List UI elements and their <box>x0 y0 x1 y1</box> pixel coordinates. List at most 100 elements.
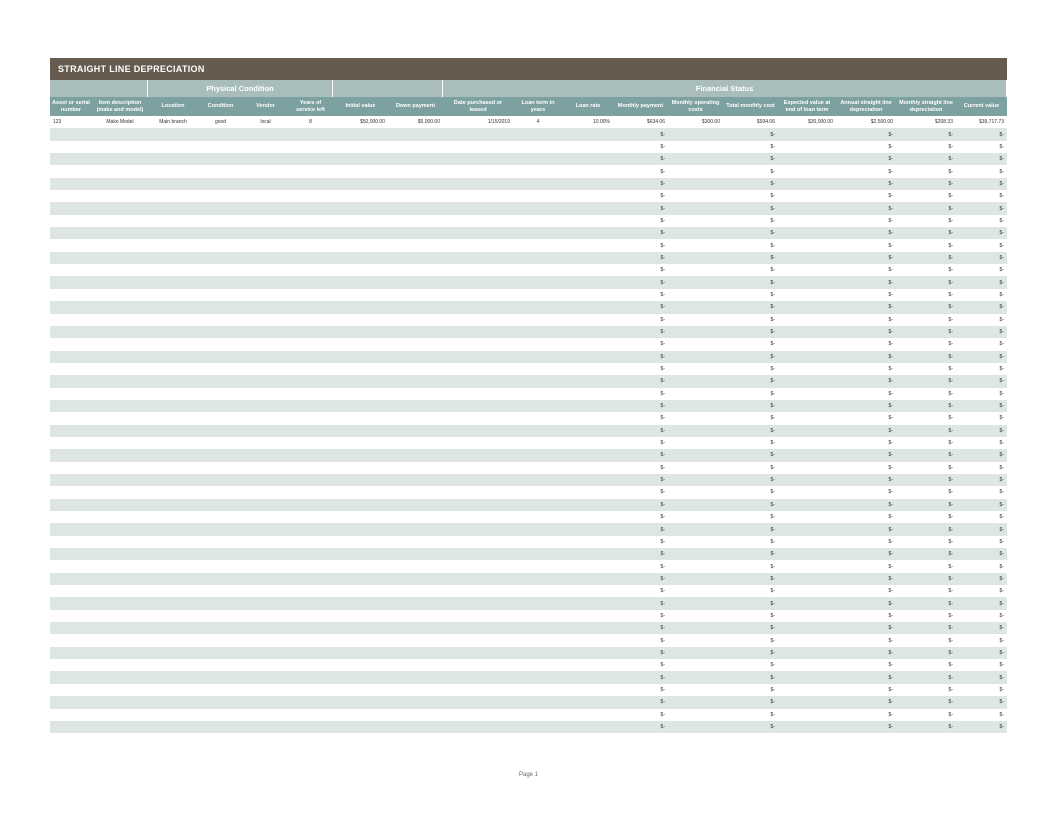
cell-condition <box>198 647 243 659</box>
cell-condition <box>198 449 243 461</box>
cell-serial <box>50 326 92 338</box>
cell-vendor <box>243 178 288 190</box>
cell-current: $- <box>956 548 1007 560</box>
table-row: $-$-$-$-$- <box>50 597 1007 609</box>
cell-initial <box>333 165 388 177</box>
cell-desc <box>92 622 148 634</box>
cell-date <box>443 634 513 646</box>
cell-vendor <box>243 647 288 659</box>
cell-date <box>443 462 513 474</box>
cell-monthly: $- <box>896 462 956 474</box>
cell-years <box>288 400 333 412</box>
group-header-blank <box>50 80 148 97</box>
cell-term <box>513 511 563 523</box>
cell-down <box>388 239 443 251</box>
cell-initial <box>333 178 388 190</box>
cell-term <box>513 227 563 239</box>
cell-term <box>513 560 563 572</box>
cell-expected <box>778 474 836 486</box>
cell-tmc: $- <box>723 338 778 350</box>
cell-current: $- <box>956 400 1007 412</box>
cell-location <box>148 634 198 646</box>
cell-current: $- <box>956 264 1007 276</box>
cell-vendor <box>243 326 288 338</box>
cell-monthly: $- <box>896 474 956 486</box>
cell-tmc: $- <box>723 684 778 696</box>
cell-location <box>148 276 198 288</box>
cell-monthly: $- <box>896 721 956 733</box>
cell-serial <box>50 252 92 264</box>
cell-down <box>388 141 443 153</box>
cell-desc <box>92 314 148 326</box>
cell-location <box>148 400 198 412</box>
cell-mpay: $- <box>613 597 668 609</box>
cell-annual: $- <box>836 573 896 585</box>
cell-term <box>513 141 563 153</box>
cell-initial <box>333 153 388 165</box>
cell-monthly: $- <box>896 684 956 696</box>
cell-term <box>513 610 563 622</box>
cell-desc <box>92 659 148 671</box>
cell-expected <box>778 289 836 301</box>
cell-mpay: $- <box>613 560 668 572</box>
cell-initial <box>333 375 388 387</box>
cell-condition <box>198 585 243 597</box>
cell-date <box>443 449 513 461</box>
cell-tmc: $- <box>723 276 778 288</box>
cell-term <box>513 388 563 400</box>
cell-down <box>388 252 443 264</box>
cell-location <box>148 215 198 227</box>
cell-down <box>388 684 443 696</box>
cell-current: $- <box>956 351 1007 363</box>
cell-years <box>288 696 333 708</box>
cell-mpay: $- <box>613 400 668 412</box>
cell-monthly: $- <box>896 622 956 634</box>
cell-annual: $- <box>836 289 896 301</box>
cell-expected <box>778 314 836 326</box>
cell-expected <box>778 190 836 202</box>
cell-years <box>288 375 333 387</box>
cell-serial <box>50 301 92 313</box>
cell-tmc: $- <box>723 486 778 498</box>
cell-term <box>513 264 563 276</box>
cell-condition <box>198 462 243 474</box>
cell-term <box>513 474 563 486</box>
cell-expected <box>778 252 836 264</box>
col-header-tmc: Total monthly cost <box>723 97 778 116</box>
cell-date <box>443 425 513 437</box>
cell-current: $- <box>956 659 1007 671</box>
cell-current: $- <box>956 375 1007 387</box>
cell-current: $- <box>956 573 1007 585</box>
cell-mop <box>668 141 723 153</box>
cell-serial: 123 <box>50 116 92 128</box>
cell-monthly: $- <box>896 227 956 239</box>
cell-expected <box>778 264 836 276</box>
cell-years <box>288 215 333 227</box>
cell-vendor <box>243 363 288 375</box>
cell-initial <box>333 486 388 498</box>
cell-down <box>388 276 443 288</box>
cell-tmc: $- <box>723 647 778 659</box>
cell-vendor <box>243 425 288 437</box>
cell-monthly: $- <box>896 128 956 140</box>
cell-mpay: $- <box>613 523 668 535</box>
cell-years <box>288 141 333 153</box>
cell-vendor <box>243 351 288 363</box>
cell-annual: $- <box>836 141 896 153</box>
cell-serial <box>50 486 92 498</box>
cell-mop <box>668 560 723 572</box>
cell-tmc: $- <box>723 202 778 214</box>
cell-down <box>388 585 443 597</box>
cell-location <box>148 696 198 708</box>
cell-down <box>388 153 443 165</box>
title-bar: STRAIGHT LINE DEPRECIATION <box>50 58 1007 80</box>
cell-term <box>513 671 563 683</box>
cell-condition <box>198 289 243 301</box>
cell-serial <box>50 165 92 177</box>
cell-years <box>288 449 333 461</box>
cell-current: $- <box>956 449 1007 461</box>
table-row: $-$-$-$-$- <box>50 511 1007 523</box>
cell-desc <box>92 400 148 412</box>
cell-date <box>443 437 513 449</box>
cell-location <box>148 622 198 634</box>
